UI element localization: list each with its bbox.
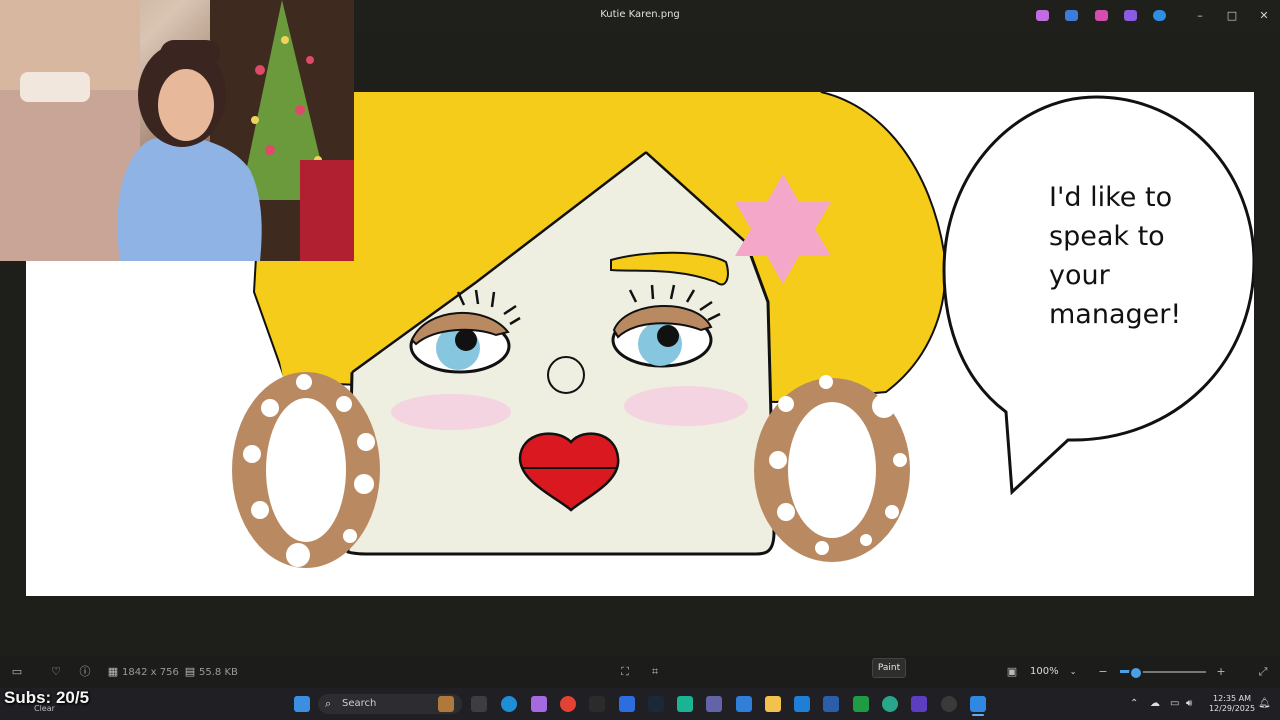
left-pupil <box>455 329 477 351</box>
edit-icon[interactable] <box>1065 10 1078 21</box>
speech-text: I'd like to speak to your manager! <box>1049 178 1229 334</box>
right-earring-hole <box>788 402 876 538</box>
image-dimensions: 1842 x 756 <box>122 667 179 678</box>
file-explorer-icon[interactable] <box>765 696 781 712</box>
taskbar <box>0 688 1280 720</box>
file-size: 55.8 KB <box>199 667 238 678</box>
zoom-dropdown[interactable]: 100% ⌄ <box>1030 663 1086 681</box>
speech-line: manager! <box>1049 299 1182 330</box>
visual-search-icon[interactable]: ⌗ <box>648 665 662 679</box>
nose <box>547 356 585 394</box>
active-indicator <box>972 714 984 716</box>
fit-to-window-icon[interactable]: ⛶ <box>618 665 632 679</box>
fullscreen-icon[interactable]: ⤢ <box>1256 665 1270 679</box>
close-button[interactable]: ✕ <box>1256 9 1272 23</box>
mail-icon[interactable] <box>794 696 810 712</box>
webcam-scene <box>0 0 354 261</box>
edge-icon[interactable] <box>501 696 517 712</box>
heart-icon[interactable]: ♡ <box>49 665 63 679</box>
search-placeholder: Search <box>342 698 377 709</box>
maximize-button[interactable]: □ <box>1224 9 1240 23</box>
clock-date[interactable]: 12/29/2025 <box>1206 704 1258 713</box>
copilot-icon[interactable] <box>1036 10 1049 21</box>
network-icon[interactable]: ▭ <box>1170 698 1179 709</box>
file-size-icon: ▤ <box>184 665 196 678</box>
vpn-icon[interactable] <box>677 696 693 712</box>
chevron-up-icon[interactable]: ⌃ <box>1130 698 1138 709</box>
zoom-out-icon[interactable]: − <box>1096 665 1110 679</box>
right-blush <box>624 386 748 426</box>
start-icon[interactable] <box>294 696 310 712</box>
right-pupil <box>657 325 679 347</box>
zoom-in-icon[interactable]: + <box>1214 665 1228 679</box>
azure-icon[interactable] <box>619 696 635 712</box>
search-highlight-icon[interactable] <box>438 696 454 712</box>
volume-icon[interactable]: 🔊︎ <box>1186 698 1192 709</box>
steam-icon[interactable] <box>648 696 664 712</box>
tooltip: Paint <box>872 658 906 678</box>
notification-icon[interactable]: 🔔︎ <box>1258 698 1271 709</box>
obs-icon[interactable] <box>941 696 957 712</box>
minimize-button[interactable]: – <box>1192 9 1208 23</box>
speech-line: your <box>1049 260 1110 291</box>
info-icon[interactable]: ⓘ <box>78 665 92 679</box>
webcam-overlay <box>0 0 354 261</box>
speech-line: I'd like to <box>1049 182 1173 213</box>
zoom-slider-thumb[interactable] <box>1129 666 1143 680</box>
clock-time[interactable]: 12:35 AM <box>1210 694 1254 703</box>
epic-games-icon[interactable] <box>589 696 605 712</box>
paint-icon[interactable] <box>882 696 898 712</box>
filmstrip-icon[interactable]: ▭ <box>10 665 24 679</box>
speech-line: speak to <box>1049 221 1165 252</box>
cloud-icon[interactable]: ☁ <box>1150 698 1160 709</box>
search-icon: ⌕ <box>325 697 332 710</box>
app-icon[interactable] <box>736 696 752 712</box>
left-blush <box>391 394 511 430</box>
task-view-icon[interactable] <box>471 696 487 712</box>
store-icon[interactable] <box>823 696 839 712</box>
teams-icon[interactable] <box>706 696 722 712</box>
zoom-value: 100% <box>1030 666 1059 677</box>
excel-icon[interactable] <box>853 696 869 712</box>
chevron-down-icon: ⌄ <box>1069 667 1077 676</box>
actual-size-icon[interactable]: ▣ <box>1005 665 1019 679</box>
subs-overlay: Subs: 20/5 <box>4 688 90 707</box>
copilot-taskbar-icon[interactable] <box>531 696 547 712</box>
dimensions-icon: ▦ <box>107 665 119 678</box>
app2-icon[interactable] <box>911 696 927 712</box>
clipchamp-icon[interactable] <box>1095 10 1108 21</box>
photos-icon[interactable] <box>970 696 986 712</box>
designer-icon[interactable] <box>1124 10 1137 21</box>
left-earring-hole <box>266 398 346 542</box>
chrome-icon[interactable] <box>560 696 576 712</box>
onedrive-icon[interactable] <box>1153 10 1166 21</box>
